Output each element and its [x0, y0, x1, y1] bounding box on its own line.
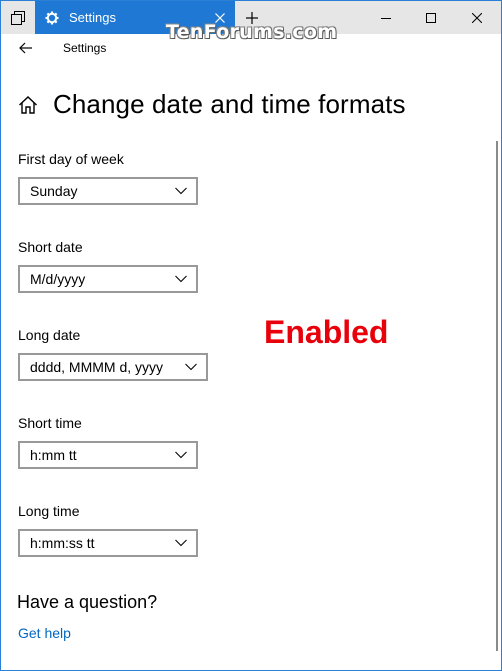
sets-icon[interactable]	[1, 1, 34, 34]
chevron-down-icon	[184, 362, 198, 372]
long-time-label: Long time	[18, 503, 80, 519]
dropdown-value: h:mm tt	[30, 447, 77, 463]
watermark: TenForums.com	[166, 21, 338, 43]
dropdown-value: dddd, MMMM d, yyyy	[30, 359, 164, 375]
gear-icon	[45, 11, 59, 25]
page-title: Change date and time formats	[53, 89, 406, 119]
short-date-label: Short date	[18, 239, 83, 255]
long-date-label: Long date	[18, 327, 81, 343]
page-heading: Change date and time formats	[17, 89, 406, 120]
dropdown-value: Sunday	[30, 183, 78, 199]
back-arrow-icon[interactable]	[11, 35, 41, 61]
short-date-dropdown[interactable]: M/d/yyyy	[18, 265, 198, 293]
maximize-icon[interactable]	[408, 1, 454, 34]
first-day-of-week-label: First day of week	[18, 151, 124, 167]
get-help-link[interactable]: Get help	[18, 625, 71, 641]
scrollbar[interactable]	[496, 141, 498, 651]
chevron-down-icon	[174, 186, 188, 196]
minimize-icon[interactable]	[363, 1, 409, 34]
chevron-down-icon	[174, 274, 188, 284]
home-icon[interactable]	[17, 94, 39, 116]
first-day-of-week-dropdown[interactable]: Sunday	[18, 177, 198, 205]
settings-window: Settings TenForums.com Settings Change d…	[0, 0, 502, 671]
help-heading: Have a question?	[17, 592, 158, 612]
short-time-dropdown[interactable]: h:mm tt	[18, 441, 198, 469]
long-time-dropdown[interactable]: h:mm:ss tt	[18, 529, 198, 557]
title-bar: Settings TenForums.com	[1, 1, 501, 43]
short-time-label: Short time	[18, 415, 82, 431]
app-title: Settings	[63, 41, 107, 55]
window-close-icon[interactable]	[454, 1, 500, 34]
chevron-down-icon	[174, 450, 188, 460]
dropdown-value: h:mm:ss tt	[30, 535, 95, 551]
chevron-down-icon	[174, 538, 188, 548]
dropdown-value: M/d/yyyy	[30, 271, 86, 287]
long-date-dropdown[interactable]: dddd, MMMM d, yyyy	[18, 353, 208, 381]
enabled-annotation: Enabled	[264, 314, 389, 350]
